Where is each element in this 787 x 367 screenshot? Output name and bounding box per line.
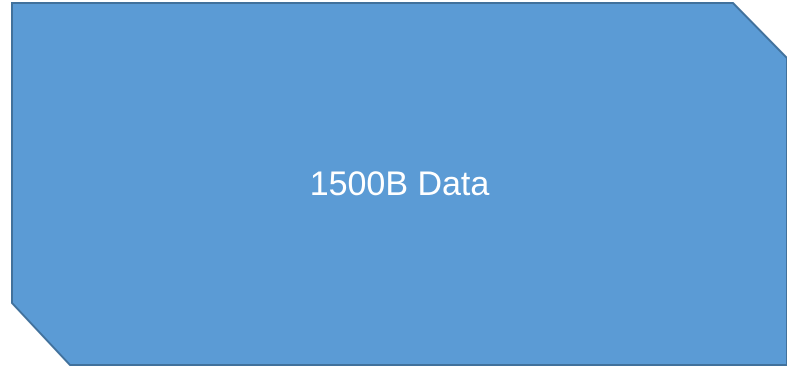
diagram-svg xyxy=(11,2,787,366)
data-block-shape xyxy=(11,2,787,366)
diagram-canvas: 1500B Data xyxy=(0,0,787,367)
